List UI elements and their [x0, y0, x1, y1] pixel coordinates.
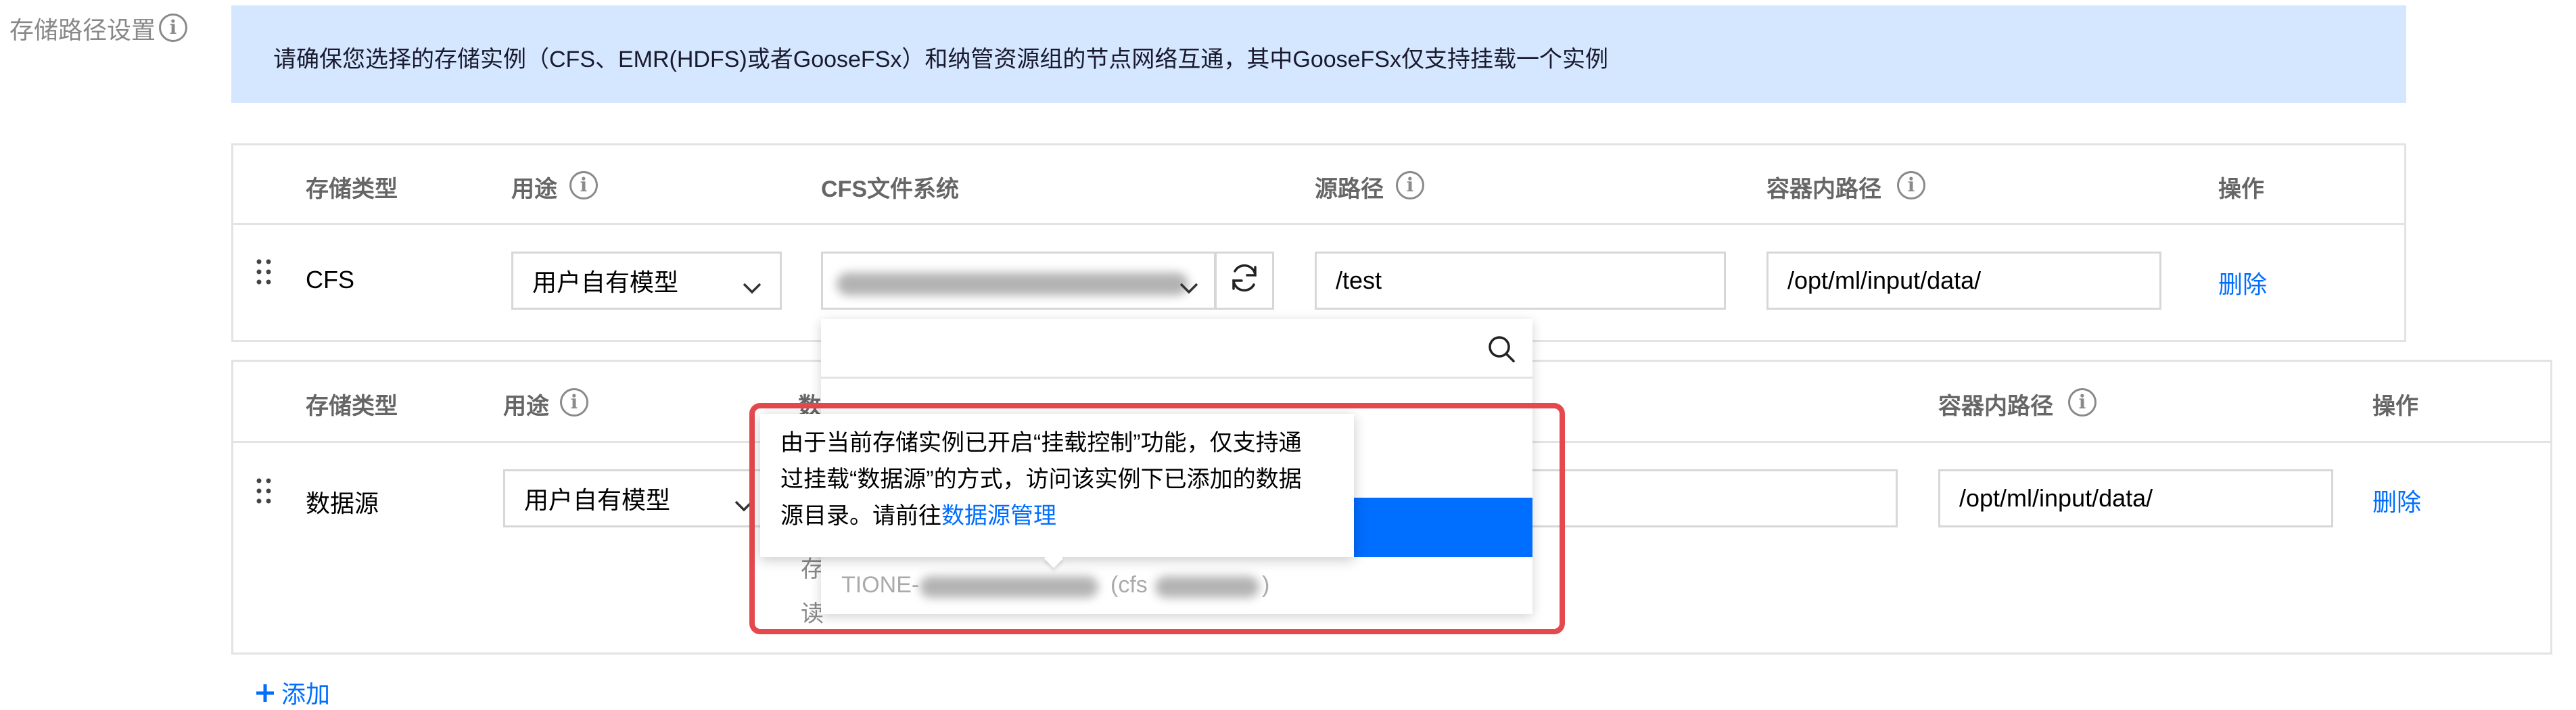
header-usage: 用途 — [503, 394, 549, 419]
blurred-filesystem-name — [837, 273, 1188, 295]
chevron-down-icon — [1179, 273, 1199, 301]
row-storage-type: 数据源 — [306, 490, 379, 517]
notice-text: 请确保您选择的存储实例（CFS、EMR(HDFS)或者GooseFSx）和纳管资… — [273, 47, 1608, 72]
usage-select[interactable]: 用户自有模型 — [503, 469, 774, 527]
header-source-path: 源路径 — [1315, 176, 1384, 202]
header-operations: 操作 — [2218, 176, 2264, 202]
header-storage-type: 存储类型 — [306, 394, 398, 419]
drag-handle-icon[interactable] — [256, 258, 272, 287]
header-cfs-filesystem: CFS文件系统 — [821, 176, 959, 202]
info-icon[interactable]: i — [560, 388, 588, 417]
refresh-button[interactable] — [1215, 252, 1274, 310]
info-icon[interactable]: i — [159, 14, 187, 42]
search-icon — [1486, 334, 1516, 367]
usage-select-value: 用户自有模型 — [524, 486, 671, 514]
plus-icon — [254, 682, 276, 703]
info-icon[interactable]: i — [1897, 171, 1925, 199]
header-storage-type: 存储类型 — [306, 176, 398, 202]
header-operations: 操作 — [2372, 394, 2418, 419]
refresh-icon — [1228, 262, 1261, 300]
add-label: 添加 — [281, 680, 331, 708]
container-path-value: /opt/ml/input/data/ — [1959, 484, 2153, 512]
source-path-input[interactable]: /test — [1315, 252, 1726, 310]
notice-banner: 请确保您选择的存储实例（CFS、EMR(HDFS)或者GooseFSx）和纳管资… — [231, 5, 2406, 103]
datasource-management-link[interactable]: 数据源管理 — [941, 503, 1056, 529]
tooltip: 由于当前存储实例已开启“挂载控制”功能，仅支持通 过挂载“数据源”的方式，访问该… — [760, 414, 1354, 569]
tooltip-line: 过挂载“数据源”的方式，访问该实例下已添加的数据 — [780, 467, 1302, 492]
dropdown-search-input[interactable] — [821, 319, 1532, 379]
cfs-filesystem-select[interactable] — [821, 252, 1216, 310]
tooltip-line: 源目录。请前往数据源管理 — [780, 498, 1354, 534]
container-path-value: /opt/ml/input/data/ — [1787, 266, 1982, 294]
usage-select-value: 用户自有模型 — [532, 268, 679, 296]
header-container-path: 容器内路径 — [1938, 394, 2053, 419]
header-container-path: 容器内路径 — [1766, 176, 1881, 202]
add-button[interactable]: 添加 — [254, 675, 330, 710]
tooltip-text: 源目录。请前往 — [780, 503, 941, 529]
chevron-down-icon — [742, 273, 762, 301]
row-storage-type: CFS — [306, 266, 354, 293]
delete-link[interactable]: 删除 — [2218, 265, 2267, 300]
usage-select[interactable]: 用户自有模型 — [511, 252, 782, 310]
drag-handle-icon[interactable] — [256, 477, 272, 506]
info-icon[interactable]: i — [569, 171, 598, 199]
delete-link[interactable]: 删除 — [2372, 483, 2421, 518]
info-icon[interactable]: i — [1396, 171, 1424, 199]
container-path-input[interactable]: /opt/ml/input/data/ — [1766, 252, 2161, 310]
info-icon[interactable]: i — [2068, 388, 2097, 417]
tooltip-line: 由于当前存储实例已开启“挂载控制”功能，仅支持通 — [780, 430, 1302, 456]
header-usage: 用途 — [511, 176, 557, 202]
source-path-value: /test — [1336, 266, 1382, 294]
section-label: 存储路径设置 — [9, 16, 156, 44]
container-path-input[interactable]: /opt/ml/input/data/ — [1938, 469, 2333, 527]
